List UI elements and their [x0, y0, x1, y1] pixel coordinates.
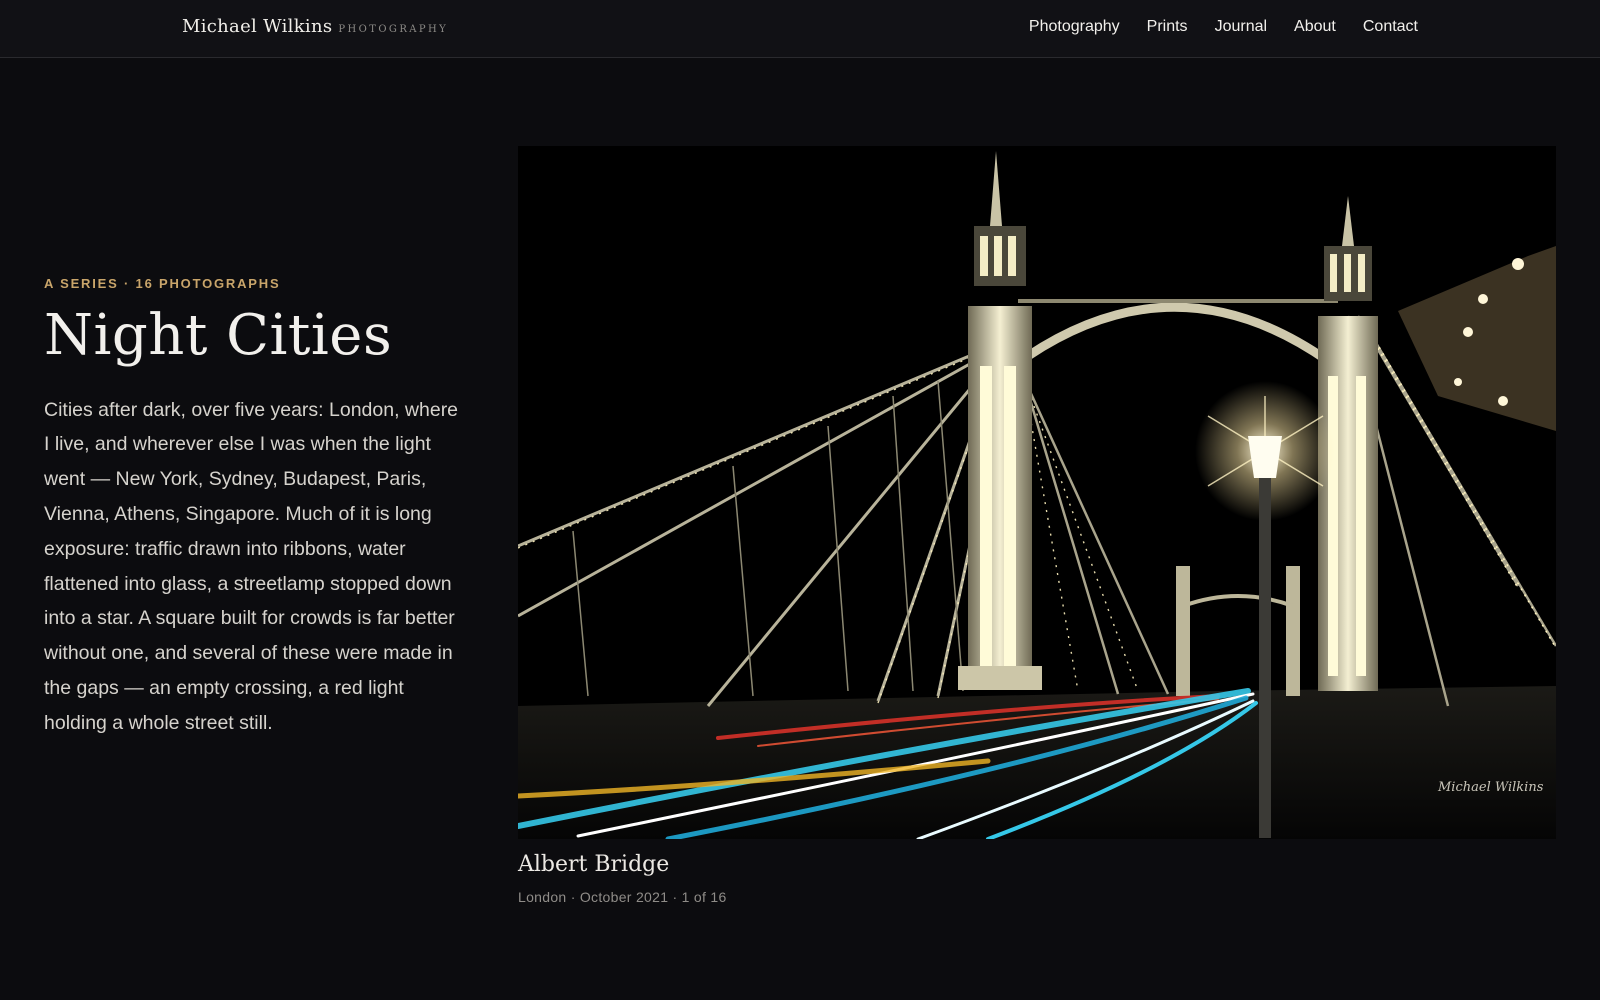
nav-journal[interactable]: Journal — [1215, 18, 1267, 36]
brand-name[interactable]: Michael Wilkins — [182, 16, 332, 37]
series-title: Night Cities — [44, 303, 393, 368]
albert-bridge-photo: Michael Wilkins — [518, 146, 1556, 839]
main-nav: Photography Prints Journal About Contact — [1029, 18, 1418, 36]
nav-contact[interactable]: Contact — [1363, 18, 1418, 36]
photo-signature: Michael Wilkins — [1437, 780, 1544, 795]
site-brand[interactable]: Michael Wilkins Photography — [182, 16, 448, 37]
nav-photography[interactable]: Photography — [1029, 18, 1120, 36]
series-eyebrow: A Series · 16 Photographs — [44, 276, 281, 291]
top-navigation-bar: Michael Wilkins Photography Photography P… — [0, 0, 1600, 58]
nav-prints[interactable]: Prints — [1147, 18, 1188, 36]
photo-meta: London · October 2021 · 1 of 16 — [518, 889, 727, 905]
brand-subtitle: Photography — [338, 24, 449, 35]
series-intro: A Series · 16 Photographs Night Cities C… — [44, 276, 464, 760]
featured-photo[interactable]: Michael Wilkins — [518, 146, 1556, 839]
series-description: Cities after dark, over five years: Lond… — [44, 398, 459, 734]
nav-about[interactable]: About — [1294, 18, 1336, 36]
photo-title: Albert Bridge — [518, 852, 670, 877]
